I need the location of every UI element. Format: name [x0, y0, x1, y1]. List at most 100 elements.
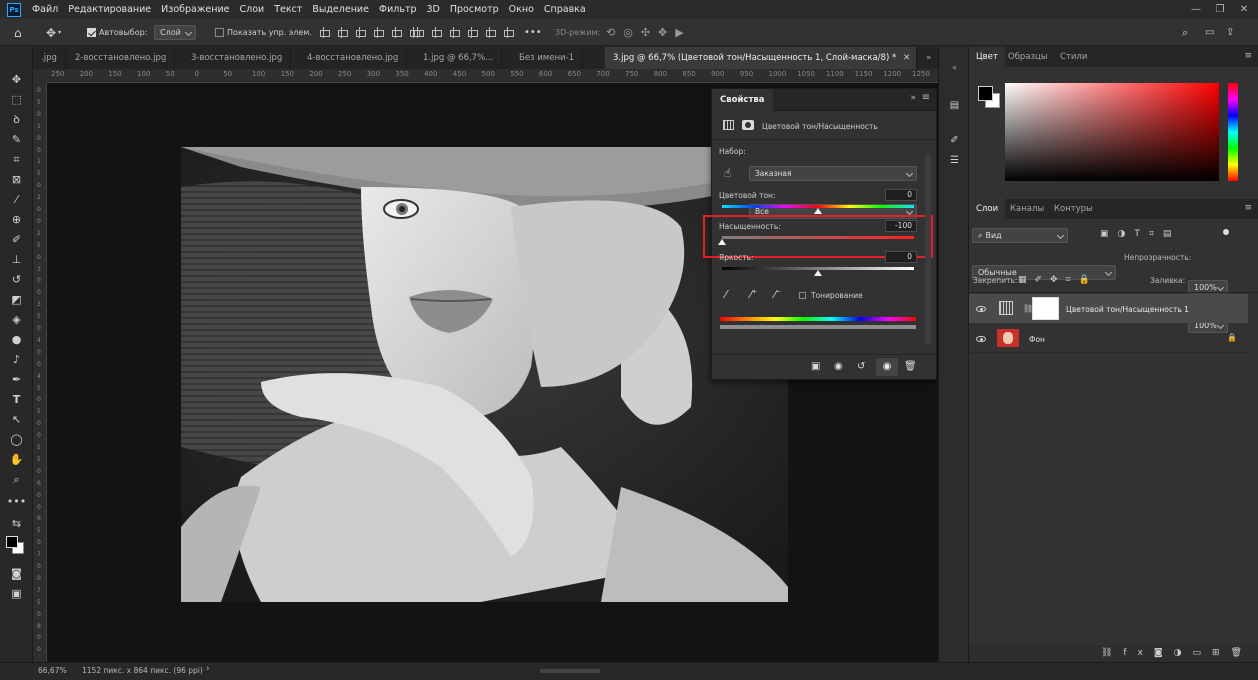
quick-select-icon[interactable]: ✎ — [8, 131, 25, 148]
menu-item[interactable]: Выделение — [307, 0, 374, 19]
horizontal-scrollbar[interactable] — [540, 669, 600, 673]
more-options-button[interactable]: ••• — [524, 24, 542, 41]
collapse-icon[interactable]: « — [946, 59, 963, 76]
tab-doc[interactable]: 3-восстановлено.jpg — [183, 47, 292, 69]
preset-dropdown[interactable]: Заказная — [749, 166, 917, 181]
swap-colors-icon[interactable]: ⇆ — [8, 515, 25, 532]
move-tool-icon[interactable]: ✥ — [8, 71, 25, 88]
panel-menu-icon[interactable]: ≡ — [922, 92, 930, 103]
healing-brush-icon[interactable]: ⊕ — [8, 211, 25, 228]
distribute-bottom-icon[interactable] — [502, 27, 514, 38]
layer-mask-thumbnail[interactable] — [1032, 297, 1059, 320]
panel-menu-icon[interactable]: ≡ — [1244, 51, 1252, 61]
align-top-icon[interactable] — [372, 27, 384, 38]
eyedropper-plus-icon[interactable]: ⁄+ — [750, 288, 757, 301]
hand-tool-icon[interactable]: ✋ — [8, 451, 25, 468]
brush-settings-icon[interactable]: ✐ — [946, 132, 963, 149]
lasso-tool-icon[interactable]: ꝺ — [8, 111, 25, 128]
menu-item[interactable]: Окно — [504, 0, 539, 19]
maximize-icon[interactable]: ❐ — [1210, 0, 1230, 19]
distribute-top-icon[interactable] — [466, 27, 478, 38]
tab-paths[interactable]: Контуры — [1047, 199, 1100, 219]
tab-doc[interactable]: 2-восстановлено.jpg — [67, 47, 176, 69]
move-tool-icon[interactable]: ✥ ▾ — [46, 24, 61, 41]
panel-menu-icon[interactable]: ≡ — [1244, 203, 1252, 213]
paint-bucket-icon[interactable]: ◈ — [8, 311, 25, 328]
layer-name[interactable]: Фон — [1029, 335, 1045, 344]
autoselect-checkbox[interactable]: Автовыбор: — [87, 24, 147, 41]
visibility-eye-icon[interactable] — [976, 306, 986, 312]
menu-item[interactable]: 3D — [422, 0, 445, 19]
lightness-value-field[interactable]: 0 — [885, 251, 917, 263]
foreground-color-swatch[interactable] — [6, 536, 18, 548]
menu-item[interactable]: Файл — [27, 0, 63, 19]
screen-mode-icon[interactable]: ▣ — [8, 585, 25, 602]
layer-thumbnail[interactable] — [997, 329, 1019, 347]
visibility-toggle-icon[interactable]: ◉ — [876, 358, 898, 376]
tab-color[interactable]: Цвет — [969, 47, 1005, 67]
visibility-eye-icon[interactable] — [976, 336, 986, 342]
home-icon[interactable]: ⌂ — [14, 24, 22, 41]
dodge-tool-icon[interactable]: ♪ — [8, 351, 25, 368]
hue-strip[interactable] — [1228, 83, 1238, 181]
menu-item[interactable]: Слои — [234, 0, 269, 19]
zoom-level[interactable]: 66,67% — [38, 666, 67, 675]
lightness-slider-thumb[interactable] — [814, 270, 822, 276]
eyedropper-minus-icon[interactable]: ⁄− — [774, 288, 781, 301]
color-field[interactable] — [1005, 83, 1219, 181]
distribute-middle-icon[interactable] — [484, 27, 496, 38]
menu-item[interactable]: Редактирование — [63, 0, 156, 19]
hue-slider-thumb[interactable] — [814, 208, 822, 214]
type-tool-icon[interactable]: T — [8, 391, 25, 408]
3d-tools-icons[interactable]: ⟲◎✣✥▶ — [606, 24, 692, 41]
clip-to-layer-icon[interactable]: ▣ — [811, 361, 820, 372]
tab-active-doc[interactable]: 3.jpg @ 66,7% (Цветовой тон/Насыщенность… — [605, 47, 918, 69]
marquee-tool-icon[interactable]: ⬚ — [8, 91, 25, 108]
edit-toolbar-icon[interactable]: ••• — [7, 493, 26, 510]
share-icon[interactable]: ⇪ — [1226, 24, 1234, 41]
tab-close-icon[interactable]: ✕ — [903, 47, 910, 69]
history-brush-icon[interactable]: ↺ — [8, 271, 25, 288]
crop-tool-icon[interactable]: ⌗ — [8, 151, 25, 168]
close-icon[interactable]: ✕ — [1234, 0, 1254, 19]
layer-footer-icons[interactable]: ⛓fx◙◑▭⊞🗑 — [1101, 648, 1253, 658]
layer-name[interactable]: Цветовой тон/Насыщенность 1 — [1066, 305, 1189, 314]
eyedropper-icon[interactable]: ⁄ — [725, 288, 727, 301]
hue-value-field[interactable]: 0 — [885, 189, 917, 201]
distribute-left-icon[interactable] — [412, 27, 424, 38]
search-icon[interactable]: ⌕ — [1182, 24, 1188, 41]
pen-tool-icon[interactable]: ✒ — [8, 371, 25, 388]
foreground-color-swatch[interactable] — [978, 86, 993, 101]
tabs-overflow-icon[interactable]: » — [918, 47, 939, 69]
filter-toggle-icon[interactable] — [1223, 229, 1229, 235]
properties-icon[interactable]: ▤ — [946, 97, 963, 114]
menu-item[interactable]: Фильтр — [374, 0, 422, 19]
workspace-icon[interactable]: ▭ — [1205, 24, 1214, 41]
trash-icon[interactable]: 🗑 — [904, 361, 917, 372]
distribute-right-icon[interactable] — [448, 27, 460, 38]
align-center-icon[interactable] — [336, 27, 348, 38]
document-image[interactable] — [181, 147, 788, 602]
quick-mask-icon[interactable]: ◙ — [8, 565, 25, 582]
view-previous-icon[interactable]: ◉ — [834, 361, 843, 372]
menu-item[interactable]: Текст — [269, 0, 307, 19]
clone-stamp-icon[interactable]: ⊥ — [8, 251, 25, 268]
autoselect-dropdown[interactable]: Слой — [154, 25, 196, 40]
tab-doc[interactable]: Без имени-1 — [511, 47, 584, 69]
align-left-icon[interactable] — [318, 27, 330, 38]
eyedropper-icon[interactable]: ⁄ — [8, 191, 25, 208]
layer-filter-icons[interactable]: ▣◑T⌗▤ — [1100, 229, 1180, 239]
reset-icon[interactable]: ↺ — [857, 361, 865, 372]
ellipse-tool-icon[interactable]: ◯ — [8, 431, 25, 448]
blur-tool-icon[interactable]: ● — [8, 331, 25, 348]
tab-styles[interactable]: Стили — [1053, 47, 1094, 67]
colorize-checkbox[interactable] — [799, 292, 809, 302]
show-transform-checkbox[interactable]: Показать упр. элем. — [215, 24, 312, 41]
properties-tab[interactable]: Свойства — [712, 89, 773, 111]
eraser-tool-icon[interactable]: ◩ — [8, 291, 25, 308]
frame-tool-icon[interactable]: ⊠ — [8, 171, 25, 188]
tab-layers[interactable]: Слои — [969, 199, 1006, 219]
tab-doc[interactable]: 1.jpg @ 66,7%... — [415, 47, 503, 69]
collapse-panel-icon[interactable]: » — [910, 93, 916, 103]
menu-item[interactable]: Справка — [539, 0, 591, 19]
